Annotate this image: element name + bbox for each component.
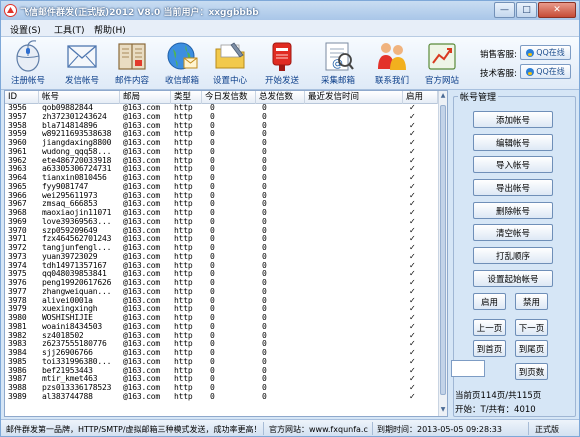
add-account-button[interactable]: 添加帐号 [473,111,553,128]
window-controls: — □ ✕ [493,2,576,18]
qq-button-label: QQ在线 [536,67,565,76]
tool-start-sending[interactable]: 开始发送 [255,39,309,89]
scroll-thumb[interactable] [440,105,446,395]
cell-today: 0 [210,391,215,401]
shuffle-order-button[interactable]: 打乱顺序 [473,247,553,264]
official-site-icon [428,43,456,70]
enable-button[interactable]: 启用 [473,293,506,310]
prev-page-button[interactable]: 上一页 [473,319,506,336]
tool-recipient-mailboxes[interactable]: 收信邮箱 [155,39,209,89]
status-divider [263,422,264,435]
start-info: 开始：T/共有：4010 [455,405,536,415]
column-header-last-sent[interactable]: 最近发信时间 [305,91,403,104]
menu-settings[interactable]: 设置(S) [10,23,41,36]
status-bar: 邮件群发第一品牌，HTTP/SMTP/虚拟邮箱三种模式发送，成功率更高！ 官方网… [1,419,579,436]
grid-scrollbar[interactable]: ▲ ▼ [438,91,447,416]
cell-type: http [174,391,193,401]
envelope-icon [67,45,97,68]
cell-id: 3989 [8,391,27,401]
menu-bar: 设置(S) 工具(T) 帮助(H) [1,20,579,37]
maximize-button[interactable]: □ [516,2,537,18]
status-divider [372,422,373,435]
last-page-button[interactable]: 到尾页 [515,340,548,357]
close-button[interactable]: ✕ [538,2,576,18]
tool-contact-us[interactable]: 联系我们 [365,39,419,89]
cell-total: 0 [262,391,267,401]
tool-label: 邮件内容 [114,76,149,86]
clear-accounts-button[interactable]: 清空帐号 [473,224,553,241]
tool-label: 联系我们 [374,76,409,86]
status-expire: 到期时间：2013-05-05 09:28:33 [377,425,502,434]
tech-support-label: 技术客服: [480,69,517,79]
scroll-down-icon[interactable]: ▼ [439,406,447,415]
tool-label: 官方网站 [424,76,459,86]
cell-domain: @163.com [123,391,160,401]
goto-page-button[interactable]: 到页数 [515,363,548,380]
tool-official-website[interactable]: 官方网站 [415,39,469,89]
first-page-button[interactable]: 到首页 [473,340,506,357]
tool-label: 收信邮箱 [164,76,199,86]
menu-help[interactable]: 帮助(H) [94,23,126,36]
page-info: 当前页114页/共115页 [455,391,542,401]
tool-settings-center[interactable]: 设置中心 [203,39,257,89]
tool-register-account[interactable]: 注册帐号 [1,39,55,89]
status-divider [528,422,529,435]
sales-qq-button[interactable]: QQ在线 [520,45,571,60]
export-accounts-button[interactable]: 导出帐号 [473,179,553,196]
menu-tools[interactable]: 工具(T) [54,23,85,36]
app-logo-icon [4,4,17,17]
table-row[interactable]: 3989 al383744788 @163.com http 0 0 ✓ [5,391,438,402]
tool-mail-content[interactable]: 邮件内容 [105,39,159,89]
status-edition: 正式版 [535,425,559,434]
tool-label: 采集邮箱 [320,76,355,86]
grid-body: 3956 qob09882844 @163.com http 0 0 ✓ 3957 zh3723… [5,103,438,402]
tool-label: 开始发送 [264,76,299,86]
status-website: 官方网站：www.fxqunfa.c [269,425,368,434]
collect-email-icon: @ [325,42,354,71]
tool-label: 发信帐号 [64,76,99,86]
folder-settings-icon [215,42,245,69]
disable-button[interactable]: 禁用 [515,293,548,310]
app-window: 飞信邮件群发(正式版)2012 V8.0 当前用户：xxggbbbb — □ ✕… [0,0,580,437]
globe-mail-icon [167,42,198,70]
qq-button-label: QQ在线 [536,48,565,57]
cell-enabled[interactable]: ✓ [409,392,429,402]
title-bar[interactable]: 飞信邮件群发(正式版)2012 V8.0 当前用户：xxggbbbb — □ ✕ [1,1,579,20]
import-accounts-button[interactable]: 导入帐号 [473,156,553,173]
register-mouse-icon [16,40,40,72]
tech-qq-button[interactable]: QQ在线 [520,64,571,79]
window-title: 飞信邮件群发(正式版)2012 V8.0 当前用户：xxggbbbb [20,8,259,18]
status-slogan: 邮件群发第一品牌，HTTP/SMTP/虚拟邮箱三种模式发送，成功率更高！ [6,425,262,434]
tool-collect-emails[interactable]: @ 采集邮箱 [311,39,365,89]
minimize-button[interactable]: — [494,2,515,18]
tool-label: 注册帐号 [10,76,45,86]
cell-account: al383744788 [42,391,93,401]
tool-sender-accounts[interactable]: 发信帐号 [55,39,109,89]
panel-title: 帐号管理 [458,90,499,103]
mail-content-book-icon [118,43,146,70]
account-grid[interactable]: ID 帐号 邮局 类型 今日发信数 总发信数 最近发信时间 启用 3956 qob… [4,90,448,417]
tool-label: 设置中心 [212,76,247,86]
contact-people-icon [378,43,406,70]
qq-icon [526,48,535,57]
toolbar: 注册帐号 发信帐号 邮件内容 收信邮箱 设置中心 开始发送 @ 采集邮箱 联系我… [1,37,579,90]
next-page-button[interactable]: 下一页 [515,319,548,336]
qq-icon [526,67,535,76]
mailbox-send-icon [272,42,292,71]
scroll-up-icon[interactable]: ▲ [439,92,447,101]
svg-text:@: @ [332,57,343,70]
edit-account-button[interactable]: 编辑帐号 [473,134,553,151]
sales-support-label: 销售客服: [480,50,517,60]
set-start-account-button[interactable]: 设置起始帐号 [473,270,553,287]
page-number-input[interactable] [451,360,485,377]
delete-account-button[interactable]: 删除帐号 [473,202,553,219]
